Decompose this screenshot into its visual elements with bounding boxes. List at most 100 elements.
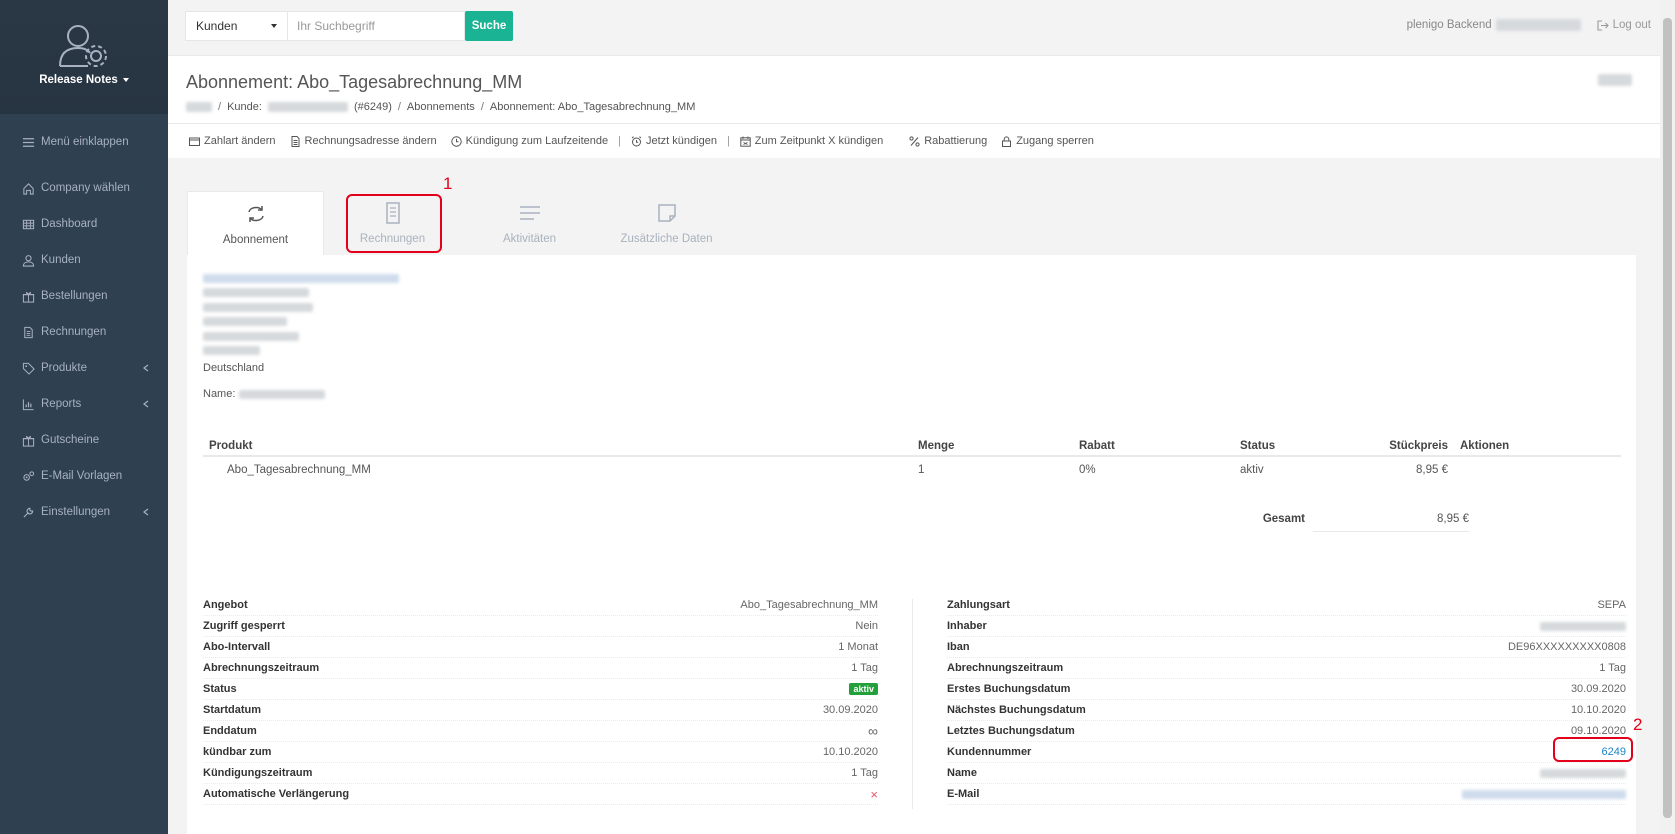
products-table: Produkt Menge Rabatt Status Stückpreis A… [203, 437, 1621, 483]
sidebar-item-label: Company wählen [41, 182, 130, 194]
redacted-address-line [203, 288, 309, 298]
detail-value: SEPA [1597, 599, 1626, 611]
breadcrumb-customer-prefix: Kunde: [227, 101, 262, 113]
sidebar-item-label: Reports [41, 398, 82, 410]
detail-key: Letztes Buchungsdatum [947, 725, 1075, 737]
table-header-row: Produkt Menge Rabatt Status Stückpreis A… [203, 437, 1621, 457]
detail-row: Name [947, 763, 1626, 784]
redacted-email-link[interactable] [1462, 789, 1626, 799]
column-header: Produkt [203, 437, 912, 457]
calendar-icon [740, 136, 751, 147]
collapse-menu-label: Menü einklappen [41, 136, 129, 148]
detail-row: kündbar zum 10.10.2020 [203, 742, 878, 763]
detail-key: Startdatum [203, 704, 262, 716]
scrollbar[interactable] [1660, 0, 1675, 834]
scrollbar-thumb[interactable] [1663, 18, 1672, 818]
sidebar-item-bestellungen[interactable]: Bestellungen [0, 278, 168, 314]
collapse-menu-button[interactable]: Menü einklappen [0, 124, 168, 160]
lock-access-label: Zugang sperren [1016, 135, 1094, 147]
tab-bar: Abonnement Rechnungen Aktivitäten Zusätz… [187, 191, 735, 256]
tag-icon [22, 362, 35, 375]
detail-row: Iban DE96XXXXXXXXX0808 [947, 637, 1626, 658]
breadcrumb: / Kunde: (#6249) / Abonnements / Abonnem… [186, 101, 695, 113]
user-icon [22, 254, 35, 267]
cancel-at-term-end-button[interactable]: Kündigung zum Laufzeitende [450, 135, 608, 147]
search-button[interactable]: Suche [465, 11, 513, 41]
gift-icon [22, 435, 35, 447]
sidebar-item-email-vorlagen[interactable]: E-Mail Vorlagen [0, 458, 168, 494]
redacted-email [203, 273, 399, 283]
infinity-value: ∞ [868, 723, 878, 739]
cancel-at-date-button[interactable]: Zum Zeitpunkt X kündigen [740, 135, 883, 147]
detail-row: Erstes Buchungsdatum 30.09.2020 [947, 679, 1626, 700]
detail-key: Nächstes Buchungsdatum [947, 704, 1086, 716]
backend-label: plenigo Backend [1406, 19, 1492, 31]
breadcrumb-subscriptions[interactable]: Abonnements [407, 101, 475, 113]
detail-value: Abo_Tagesabrechnung_MM [740, 599, 878, 611]
search-input[interactable]: Ihr Suchbegriff [288, 11, 465, 41]
detail-key: Kundennummer [947, 746, 1032, 758]
breadcrumb-redacted-company[interactable] [186, 102, 212, 112]
total-value: 8,95 € [1313, 513, 1469, 532]
payment-details: Zahlungsart SEPA Inhaber Iban DE96XXXXXXXX… [947, 595, 1626, 805]
lock-access-button[interactable]: Zugang sperren [1001, 135, 1094, 147]
detail-value: 10.10.2020 [822, 746, 878, 758]
name-row: Name: [203, 388, 326, 400]
redacted-username [1495, 19, 1581, 31]
change-payment-label: Zahlart ändern [204, 135, 276, 147]
sidebar-item-einstellungen[interactable]: Einstellungen [0, 494, 168, 530]
list-icon [519, 206, 540, 220]
detail-row: Zugriff gesperrt Nein [203, 616, 878, 637]
cogs-icon [23, 470, 35, 481]
total-label: Gesamt [1262, 513, 1305, 525]
sidebar-item-kunden[interactable]: Kunden [0, 242, 168, 278]
sidebar-item-rechnungen[interactable]: Rechnungen [0, 314, 168, 350]
subscription-details: Angebot Abo_Tagesabrechnung_MM Zugriff ge… [203, 595, 878, 805]
redacted-header-info [1598, 74, 1632, 86]
detail-value: 30.09.2020 [1570, 683, 1626, 695]
sidebar-item-produkte[interactable]: Produkte [0, 350, 168, 386]
wrench-icon [23, 507, 34, 518]
detail-value: 10.10.2020 [1570, 704, 1626, 716]
detail-key: Erstes Buchungsdatum [947, 683, 1071, 695]
detail-key: Inhaber [947, 620, 987, 632]
search-type-select[interactable]: Kunden [185, 11, 288, 41]
sidebar-item-company[interactable]: Company wählen [0, 170, 168, 206]
tab-aktivitaeten[interactable]: Aktivitäten [461, 191, 598, 255]
cancel-now-button[interactable]: Jetzt kündigen [631, 135, 717, 147]
breadcrumb-separator: / [218, 101, 222, 113]
tab-abonnement[interactable]: Abonnement [187, 191, 324, 256]
discount-button[interactable]: Rabattierung [909, 135, 987, 147]
cell-status: aktiv [1240, 464, 1264, 476]
caret-down-icon [271, 24, 277, 28]
top-navbar: Kunden Ihr Suchbegriff Suche plenigo Bac… [168, 0, 1675, 56]
change-payment-button[interactable]: Zahlart ändern [189, 135, 276, 147]
retweet-icon [247, 206, 264, 222]
sidebar-item-label: E-Mail Vorlagen [41, 470, 123, 482]
sidebar-item-dashboard[interactable]: Dashboard [0, 206, 168, 242]
change-billing-address-button[interactable]: Rechnungsadresse ändern [290, 135, 437, 147]
detail-value: 1 Tag [1599, 662, 1626, 674]
column-header: Stückpreis [1344, 437, 1454, 457]
sidebar-item-gutscheine[interactable]: Gutscheine [0, 422, 168, 458]
breadcrumb-redacted-customer[interactable] [267, 102, 348, 112]
discount-label: Rabattierung [924, 135, 988, 147]
redacted-name [239, 389, 326, 399]
file-icon [24, 326, 33, 338]
detail-row: Abrechnungszeitraum 1 Tag [947, 658, 1626, 679]
total-row: Gesamt 8,95 € [1257, 513, 1469, 532]
sidebar-item-reports[interactable]: Reports [0, 386, 168, 422]
brand-dropdown[interactable]: Release Notes [39, 74, 129, 86]
logout-link[interactable]: Log out [1597, 19, 1651, 31]
detail-key: Kündigungszeitraum [203, 767, 313, 779]
tab-zusaetzliche-daten[interactable]: Zusätzliche Daten [598, 191, 735, 255]
annotation-number-1: 1 [443, 174, 453, 193]
detail-key: Name [947, 767, 977, 779]
name-label: Name: [203, 388, 236, 400]
redacted-name [1540, 768, 1626, 778]
detail-key: Enddatum [203, 725, 257, 737]
status-badge: aktiv [849, 683, 878, 695]
credit-card-icon [189, 137, 200, 146]
chevron-left-icon [143, 508, 149, 516]
column-header: Status [1234, 437, 1344, 457]
